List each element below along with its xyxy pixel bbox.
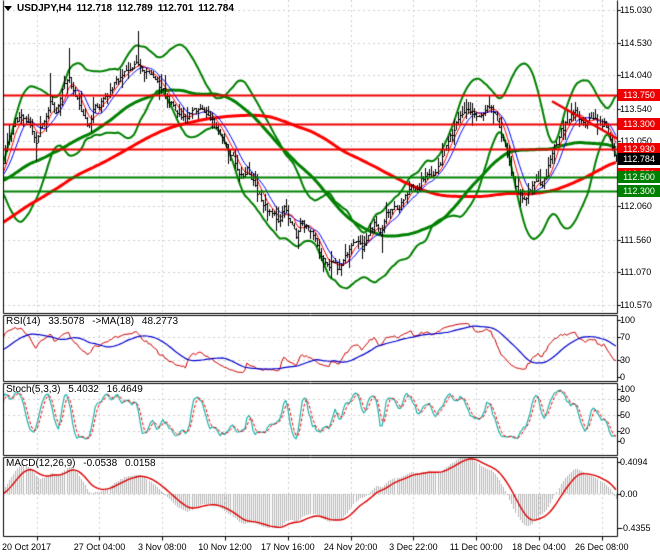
time-tick-label: 24 Nov 20:00 (324, 542, 378, 552)
chart-window: USDJPY,H4 112.718 112.789 112.701 112.78… (0, 0, 660, 560)
stoch-label-row: Stoch(5,3,3) 5.4032 16.4649 (6, 384, 148, 395)
price-level-badge: 112.300 (618, 185, 660, 197)
rsi-label: RSI(14) (6, 316, 40, 327)
macd-label-row: MACD(12,26,9) -0.0538 0.0158 (6, 458, 161, 469)
macd-scale-label: -0.4355 (620, 523, 660, 534)
stoch-signal-value: 16.4649 (107, 384, 143, 395)
macd-scale-label: 0.4094 (620, 457, 660, 468)
time-tick-label: 27 Oct 04:00 (74, 542, 126, 552)
rsi-scale-label: 100 (620, 315, 660, 326)
price-tick-label: 114.530 (620, 38, 660, 49)
price-tick-label: 113.540 (620, 104, 660, 115)
current-price-badge: 112.784 (618, 153, 660, 165)
time-tick-label: 3 Nov 08:00 (138, 542, 187, 552)
price-tick-label: 111.560 (620, 235, 660, 246)
stoch-scale-label: 50 (620, 410, 660, 421)
time-tick-label: 26 Dec 08:00 (575, 542, 629, 552)
stoch-scale-label: 0 (620, 436, 660, 447)
chart-title: USDJPY,H4 112.718 112.789 112.701 112.78… (4, 2, 239, 15)
price-tick-label: 112.060 (620, 201, 660, 212)
time-tick-label: 17 Nov 16:00 (261, 542, 315, 552)
rsi-ma-label: ->MA(18) (92, 316, 134, 327)
stoch-main-value: 5.4032 (68, 384, 99, 395)
stoch-scale-label: 100 (620, 384, 660, 395)
macd-value: -0.0538 (83, 458, 117, 469)
title-close-value: 112.784 (198, 3, 234, 14)
rsi-ma-value: 48.2773 (142, 316, 178, 327)
price-tick-label: 114.040 (620, 70, 660, 81)
stoch-scale-label: 20 (620, 426, 660, 437)
rsi-scale-label: 70 (620, 332, 660, 343)
time-tick-label: 18 Dec 04:00 (512, 542, 566, 552)
symbol-dropdown-arrow-icon[interactable] (4, 6, 12, 11)
stoch-label: Stoch(5,3,3) (6, 384, 60, 395)
rsi-scale-label: 30 (620, 355, 660, 366)
title-high-value: 112.789 (117, 3, 153, 14)
time-tick-label: 20 Oct 2017 (2, 542, 51, 552)
price-level-badge: 113.750 (618, 89, 660, 101)
symbol-label: USDJPY,H4 (17, 3, 71, 14)
macd-label: MACD(12,26,9) (6, 458, 75, 469)
price-tick-label: 111.070 (620, 267, 660, 278)
time-tick-label: 11 Dec 00:00 (450, 542, 503, 552)
rsi-label-row: RSI(14) 33.5078 ->MA(18) 48.2773 (6, 316, 183, 327)
chart-canvas[interactable] (0, 0, 660, 560)
time-tick-label: 3 Dec 22:00 (389, 542, 438, 552)
rsi-scale-label: 0 (620, 372, 660, 383)
title-low-value: 112.701 (158, 3, 194, 14)
time-tick-label: 10 Nov 12:00 (198, 542, 252, 552)
price-level-badge: 112.500 (618, 171, 660, 183)
price-level-badge: 113.300 (618, 118, 660, 130)
macd-signal-value: 0.0158 (125, 458, 156, 469)
price-tick-label: 110.570 (620, 300, 660, 311)
macd-scale-label: 0.00 (620, 489, 660, 500)
title-open-value: 112.718 (76, 3, 112, 14)
rsi-value: 33.5078 (48, 316, 84, 327)
stoch-scale-label: 80 (620, 394, 660, 405)
price-tick-label: 115.030 (620, 5, 660, 16)
